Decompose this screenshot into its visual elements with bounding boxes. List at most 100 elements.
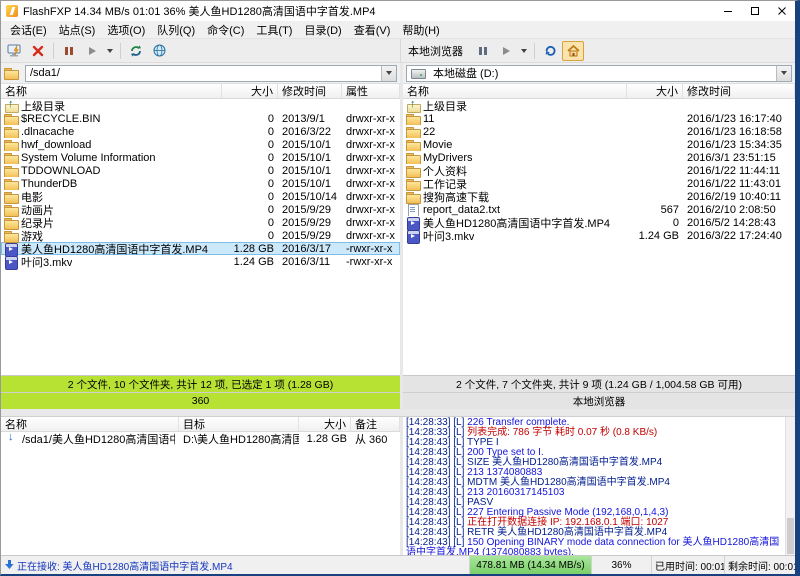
abort-button[interactable] <box>58 41 80 61</box>
file-cell: -rwxr-xr-x <box>342 243 400 255</box>
remote-path-combobox[interactable]: /sda1/ <box>25 65 397 82</box>
web-button[interactable] <box>148 41 170 61</box>
file-cell: 0 <box>222 113 278 125</box>
column-header-size[interactable]: 大小 <box>627 84 683 98</box>
file-cell: 1.24 GB <box>627 230 683 242</box>
file-row[interactable]: 搜狗高速下载2016/2/19 10:40:11 <box>403 190 795 203</box>
home-button[interactable] <box>562 41 584 61</box>
titlebar: FlashFXP 14.34 MB/s 01:01 36% 美人鱼HD1280高… <box>1 1 795 21</box>
file-cell: 2016/3/22 17:24:40 <box>683 230 795 242</box>
menu-options[interactable]: 选项(O) <box>101 22 151 38</box>
file-row[interactable]: 222016/1/23 16:18:58 <box>403 125 795 138</box>
file-row[interactable]: .dlnacache02016/3/22drwxr-xr-x <box>1 125 400 138</box>
bottom-panels: 名称 目标 大小 备注 /sda1/美人鱼HD1280高清国语中字首发.MP4D… <box>1 417 795 555</box>
file-cell: -rwxr-xr-x <box>342 256 400 268</box>
remote-path-dropdown[interactable] <box>381 65 396 82</box>
file-row[interactable]: System Volume Information02015/10/1drwxr… <box>1 151 400 164</box>
file-row[interactable]: hwf_download02015/10/1drwxr-xr-x <box>1 138 400 151</box>
local-path-dropdown[interactable] <box>776 65 791 82</box>
file-browsers: /sda1/ 名称 大小 修改时间 属性 上级目录$RECYCLE.BIN020… <box>1 63 795 409</box>
file-name-cell: 22 <box>403 126 627 138</box>
column-header-date[interactable]: 修改时间 <box>683 84 795 98</box>
close-button[interactable] <box>768 1 795 21</box>
parent-directory-row[interactable]: 上级目录 <box>1 99 400 112</box>
minimize-button[interactable] <box>714 1 741 21</box>
column-header-attr[interactable]: 属性 <box>342 84 400 98</box>
local-toolbar: 本地浏览器 <box>400 39 795 62</box>
file-row[interactable]: 叶问3.mkv1.24 GB2016/3/11-rwxr-xr-x <box>1 255 400 268</box>
local-transfer-button[interactable] <box>495 41 517 61</box>
file-name: 22 <box>423 126 435 138</box>
queue-column-name[interactable]: 名称 <box>1 417 179 431</box>
file-row[interactable]: $RECYCLE.BIN02013/9/1drwxr-xr-x <box>1 112 400 125</box>
remote-list-header: 名称 大小 修改时间 属性 <box>1 84 400 99</box>
transfer-percent: 36% <box>592 556 652 574</box>
menu-directory[interactable]: 目录(D) <box>298 22 347 38</box>
connect-button[interactable] <box>4 41 26 61</box>
file-cell: 0 <box>222 230 278 242</box>
parent-directory-row[interactable]: 上级目录 <box>403 99 795 112</box>
log-lines: [14:28:33] [L] 226 Transfer complete.[14… <box>406 418 783 555</box>
disconnect-button[interactable] <box>27 41 49 61</box>
file-name: Movie <box>423 139 452 151</box>
folder-icon <box>4 217 18 229</box>
file-name: 叶问3.mkv <box>21 254 72 270</box>
log-scrollbar[interactable] <box>785 417 795 555</box>
folder-icon <box>4 165 18 177</box>
file-cell: 2015/10/1 <box>278 165 342 177</box>
queue-column-target[interactable]: 目标 <box>179 417 299 431</box>
file-row[interactable]: TDDOWNLOAD02015/10/1drwxr-xr-x <box>1 164 400 177</box>
menu-sites[interactable]: 站点(S) <box>53 22 102 38</box>
file-cell: D:\美人鱼HD1280高清国语中字首发.MP4 <box>179 431 299 447</box>
folder-icon <box>406 178 420 190</box>
local-refresh-button[interactable] <box>539 41 561 61</box>
refresh-button[interactable] <box>125 41 147 61</box>
download-arrow-icon <box>5 560 14 570</box>
file-name-cell: 叶问3.mkv <box>1 254 222 270</box>
horizontal-splitter[interactable] <box>1 409 795 417</box>
local-browser-tab[interactable]: 本地浏览器 <box>403 392 795 409</box>
menu-tools[interactable]: 工具(T) <box>250 22 298 38</box>
column-header-name[interactable]: 名称 <box>403 84 627 98</box>
file-row[interactable]: 112016/1/23 16:17:40 <box>403 112 795 125</box>
folder-icon <box>4 178 18 190</box>
red-x-icon <box>32 45 44 57</box>
menu-commands[interactable]: 命令(C) <box>201 22 250 38</box>
transfer-progress-bar: 478.81 MB (14.34 MB/s) <box>470 556 592 574</box>
disk-drive-icon <box>411 67 426 79</box>
chevron-down-icon <box>107 49 113 53</box>
queue-column-size[interactable]: 大小 <box>299 417 351 431</box>
file-cell: 2016/5/2 14:28:43 <box>683 217 795 229</box>
local-abort-button[interactable] <box>472 41 494 61</box>
remote-site-tab[interactable]: 360 <box>1 392 400 409</box>
file-cell: drwxr-xr-x <box>342 165 400 177</box>
local-list-header: 名称 大小 修改时间 <box>403 84 795 99</box>
transfer-button[interactable] <box>81 41 103 61</box>
transfer-dropdown-button[interactable] <box>104 41 116 61</box>
menu-view[interactable]: 查看(V) <box>348 22 397 38</box>
file-cell: 2016/1/23 16:17:40 <box>683 113 795 125</box>
remote-status-text: 2 个文件, 10 个文件夹, 共计 12 项, 已选定 1 项 (1.28 G… <box>1 375 400 392</box>
file-cell: 2016/3/11 <box>278 256 342 268</box>
file-row[interactable]: Movie2016/1/23 15:34:35 <box>403 138 795 151</box>
file-cell: drwxr-xr-x <box>342 217 400 229</box>
log-scrollbar-thumb[interactable] <box>787 518 794 554</box>
local-path-combobox[interactable]: 本地磁盘 (D:) <box>406 65 792 82</box>
play-icon <box>87 46 97 56</box>
local-transfer-dropdown-button[interactable] <box>518 41 530 61</box>
queue-item-row[interactable]: /sda1/美人鱼HD1280高清国语中字首发.MP4D:\美人鱼HD1280高… <box>1 432 400 445</box>
menu-queue[interactable]: 队列(Q) <box>151 22 201 38</box>
file-row[interactable]: 叶问3.mkv1.24 GB2016/3/22 17:24:40 <box>403 229 795 242</box>
remaining-time: 剩余时间: 00:01:0 <box>725 556 795 574</box>
file-cell: 1.28 GB <box>299 433 351 445</box>
file-cell: drwxr-xr-x <box>342 139 400 151</box>
menu-help[interactable]: 帮助(H) <box>396 22 445 38</box>
maximize-button[interactable] <box>741 1 768 21</box>
queue-column-note[interactable]: 备注 <box>351 417 400 431</box>
column-header-name[interactable]: 名称 <box>1 84 222 98</box>
column-header-size[interactable]: 大小 <box>222 84 278 98</box>
local-status-text: 2 个文件, 7 个文件夹, 共计 9 项 (1.24 GB / 1,004.5… <box>403 375 795 392</box>
menu-session[interactable]: 会话(E) <box>4 22 53 38</box>
file-name-cell: .dlnacache <box>1 126 222 138</box>
column-header-date[interactable]: 修改时间 <box>278 84 342 98</box>
